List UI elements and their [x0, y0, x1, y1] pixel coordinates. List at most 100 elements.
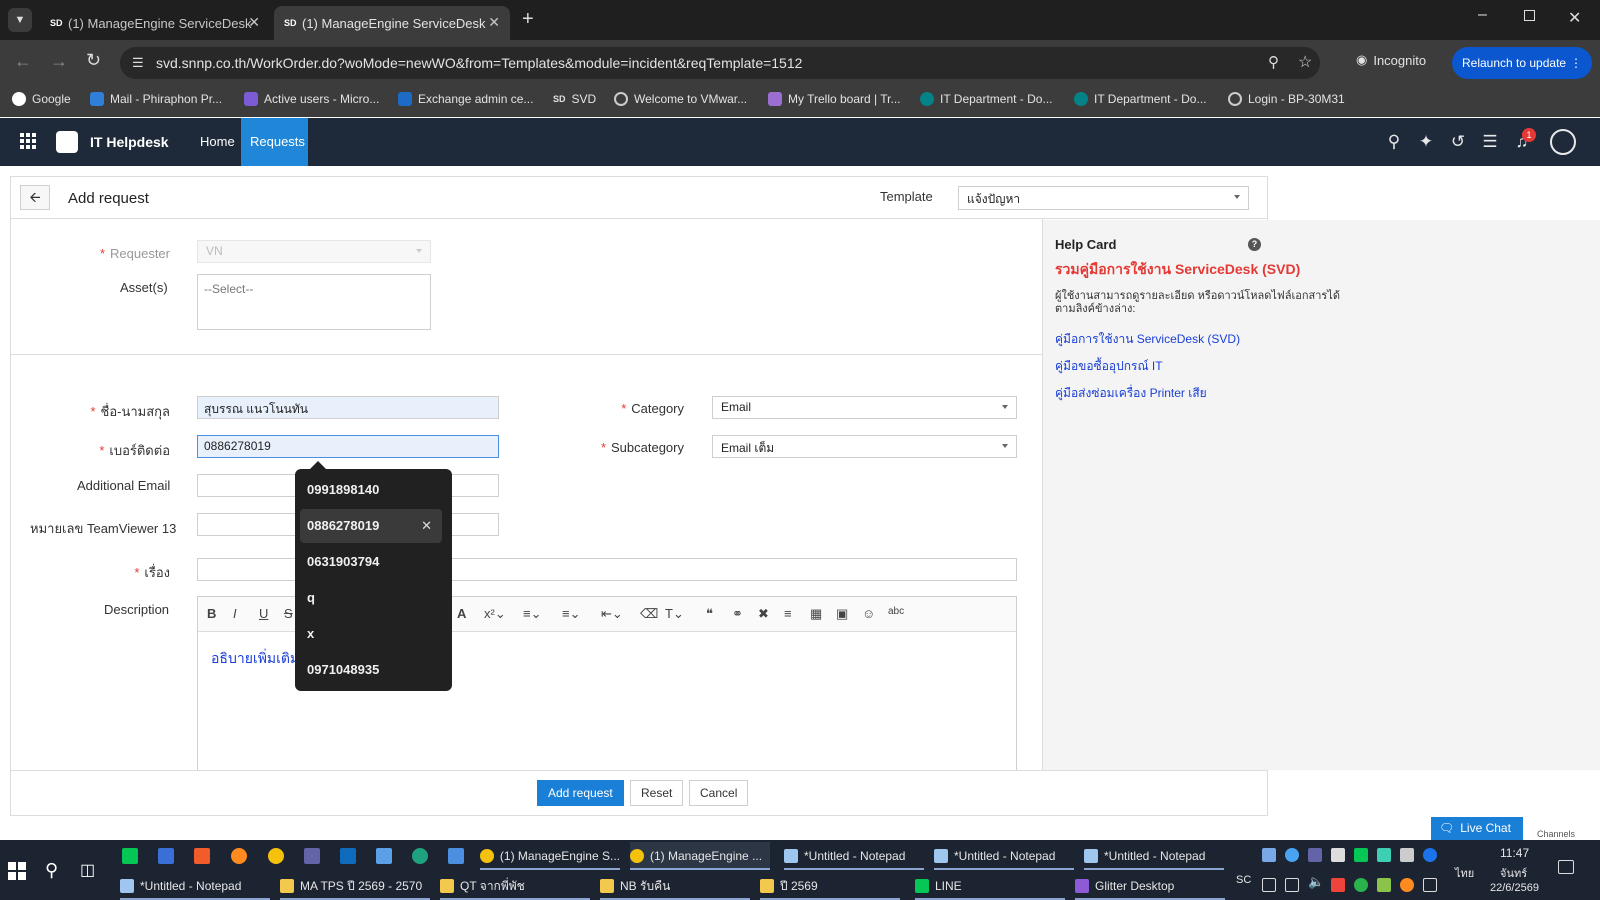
taskbar-window[interactable]: *Untitled - Notepad — [1084, 842, 1224, 870]
autocomplete-item[interactable]: x — [300, 617, 442, 651]
network-icon[interactable] — [1262, 878, 1276, 892]
taskbar-window[interactable]: LINE — [915, 872, 1065, 900]
address-bar[interactable]: ☰ svd.snnp.co.th/WorkOrder.do?woMode=new… — [120, 47, 1320, 79]
autocomplete-item[interactable]: 0971048935 — [300, 653, 442, 687]
teams-icon[interactable] — [1308, 848, 1322, 862]
bookmark-vmware[interactable]: Welcome to VMwar... — [614, 92, 747, 106]
taskbar-window[interactable]: NB รับคืน — [600, 872, 750, 900]
clear-format-icon[interactable]: T⌄ — [665, 606, 684, 622]
name-input[interactable]: สุบรรณ แนวโนนทัน — [197, 396, 499, 419]
channels-button[interactable]: Channels — [1530, 817, 1582, 840]
volume-icon[interactable]: 🔈 — [1308, 874, 1324, 890]
tray-icon[interactable] — [1423, 878, 1437, 892]
tasks-icon[interactable]: ☰ — [1480, 132, 1500, 152]
tab-search-button[interactable]: ▼ — [8, 8, 32, 32]
add-request-button[interactable]: Add request — [537, 780, 624, 806]
autocomplete-item[interactable]: 0631903794 — [300, 545, 442, 579]
taskbar-window[interactable]: QT จากพี่พัช — [440, 872, 590, 900]
nav-home[interactable]: Home — [191, 118, 244, 166]
close-window-icon[interactable]: ✕ — [1568, 8, 1581, 28]
check-icon[interactable] — [1354, 878, 1368, 892]
italic-icon[interactable]: I — [233, 606, 237, 621]
more-menu-icon[interactable]: ⋮ — [1570, 47, 1582, 79]
live-chat-button[interactable]: 🗨 Live Chat — [1431, 817, 1523, 840]
brave-browser-icon[interactable] — [194, 848, 210, 864]
incognito-indicator[interactable]: ◉ Incognito — [1356, 52, 1426, 68]
phone-input[interactable]: 0886278019 — [197, 435, 499, 458]
app-launcher-icon[interactable] — [20, 133, 36, 149]
assets-select[interactable]: --Select-- — [197, 274, 431, 330]
template-select[interactable]: แจ้งปัญหา — [958, 186, 1249, 210]
taskbar-window[interactable]: *Untitled - Notepad — [784, 842, 924, 870]
close-tab-icon[interactable]: ✕ — [488, 14, 500, 31]
user-avatar-icon[interactable] — [1550, 129, 1576, 155]
bookmark-svd[interactable]: SD SVD — [553, 92, 596, 106]
forward-arrow-icon[interactable]: → — [50, 51, 68, 72]
zoom-search-icon[interactable]: ⚲ — [1268, 53, 1279, 71]
history-icon[interactable]: ↺ — [1448, 132, 1468, 152]
close-tab-icon[interactable]: ✕ — [248, 14, 260, 31]
remove-suggestion-icon[interactable]: ✕ — [421, 509, 432, 543]
eraser-icon[interactable]: ⌫ — [640, 606, 658, 622]
browser-tab-1[interactable]: SD (1) ManageEngine ServiceDesk ✕ — [40, 6, 270, 40]
ai-sparkle-icon[interactable]: ✦ — [1416, 132, 1436, 152]
unlink-icon[interactable]: ✖ — [758, 606, 769, 622]
bookmark-login[interactable]: Login - BP-30M31 — [1228, 92, 1345, 106]
taskbar-window[interactable]: MA TPS ปี 2569 - 2570 — [280, 872, 430, 900]
subcategory-select[interactable]: Email เต็ม — [712, 435, 1017, 458]
clock-date[interactable]: 22/6/2569 — [1490, 882, 1539, 894]
edge-icon[interactable] — [412, 848, 428, 864]
input-language[interactable]: ไทย — [1455, 864, 1474, 882]
tray-icon[interactable] — [1262, 848, 1276, 862]
bookmark-active-users[interactable]: Active users - Micro... — [244, 92, 379, 106]
horizontal-rule-icon[interactable]: ≡ — [784, 606, 792, 621]
spellcheck-icon[interactable]: abc — [888, 606, 904, 617]
underline-icon[interactable]: U — [259, 606, 268, 621]
line-app-icon[interactable] — [1354, 848, 1368, 862]
search-icon[interactable]: ⚲ — [45, 860, 58, 881]
app-icon[interactable] — [448, 848, 464, 864]
tray-icon[interactable] — [1400, 848, 1414, 862]
search-tray-icon[interactable] — [1400, 878, 1414, 892]
tray-icon[interactable] — [1377, 878, 1391, 892]
chrome-icon[interactable] — [268, 848, 284, 864]
list-icon[interactable]: ≡⌄ — [562, 606, 580, 622]
font-color-icon[interactable]: A — [457, 606, 466, 621]
back-button[interactable]: 🡨 — [20, 185, 50, 210]
autocomplete-item[interactable]: q — [300, 581, 442, 615]
reset-button[interactable]: Reset — [630, 780, 684, 806]
strikethrough-icon[interactable]: S — [284, 606, 293, 621]
tray-sc-label[interactable]: SC — [1236, 874, 1251, 886]
clock-day[interactable]: จันทร์ — [1500, 864, 1527, 882]
bookmark-it-department-2[interactable]: IT Department - Do... — [1074, 92, 1206, 106]
help-link[interactable]: คู่มือการใช้งาน ServiceDesk (SVD) — [1055, 330, 1240, 349]
help-link[interactable]: คู่มือขอซื้ออุปกรณ์ IT — [1055, 357, 1163, 376]
bookmark-exchange[interactable]: Exchange admin ce... — [398, 92, 533, 106]
windows-start-icon[interactable] — [8, 862, 26, 880]
tray-icon[interactable] — [1377, 848, 1391, 862]
search-icon[interactable]: ⚲ — [1384, 132, 1404, 152]
site-info-icon[interactable]: ☰ — [132, 55, 144, 71]
autocomplete-item-highlighted[interactable]: 0886278019 ✕ — [300, 509, 442, 543]
reload-icon[interactable]: ↻ — [86, 50, 101, 71]
shield-icon[interactable] — [1331, 848, 1345, 862]
table-icon[interactable]: ▦ — [810, 606, 822, 622]
minimize-window-icon[interactable]: – — [1478, 6, 1487, 24]
taskbar-window-active[interactable]: (1) ManageEngine ... — [630, 842, 770, 870]
calculator-icon[interactable] — [158, 848, 174, 864]
cancel-button[interactable]: Cancel — [689, 780, 749, 806]
category-select[interactable]: Email — [712, 396, 1017, 419]
new-tab-icon[interactable]: + — [522, 8, 534, 31]
taskbar-window[interactable]: *Untitled - Notepad — [934, 842, 1074, 870]
outlook-icon[interactable] — [340, 848, 356, 864]
bookmark-star-icon[interactable]: ☆ — [1298, 52, 1312, 72]
image-icon[interactable]: ▣ — [836, 606, 848, 622]
link-icon[interactable]: ⚭ — [732, 606, 743, 622]
taskbar-window[interactable]: Glitter Desktop — [1075, 872, 1225, 900]
quote-icon[interactable]: ❝ — [706, 606, 713, 622]
line-app-icon[interactable] — [122, 848, 138, 864]
taskbar-window[interactable]: (1) ManageEngine S... — [480, 842, 620, 870]
taskbar-window[interactable]: ปี 2569 — [760, 872, 900, 900]
autocomplete-item[interactable]: 0991898140 — [300, 473, 442, 507]
bookmark-it-department-1[interactable]: IT Department - Do... — [920, 92, 1052, 106]
